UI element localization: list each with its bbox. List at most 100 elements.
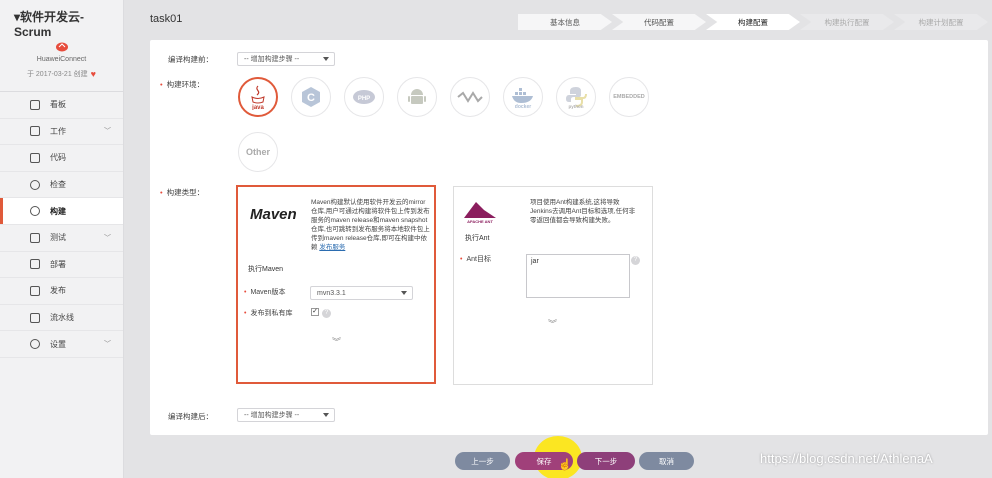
sidebar-item-deploy[interactable]: 部署	[0, 252, 123, 279]
maven-logo: Maven	[250, 206, 297, 223]
maven-description: Maven构建默认使用软件开发云的mirror仓库,用户可通过构建将软件包上传到…	[311, 199, 430, 251]
release-service-link[interactable]: 发布服务	[319, 244, 345, 251]
step-build-config[interactable]: 构建配置	[706, 14, 800, 30]
hand-cursor-icon: ☝	[558, 459, 572, 471]
sidebar-item-release[interactable]: 发布	[0, 278, 123, 305]
build-env-label: 构建环境：	[160, 79, 205, 90]
step-basic-info[interactable]: 基本信息	[518, 14, 612, 30]
env-c[interactable]: C	[291, 77, 331, 117]
sidebar-nav: 看板 工作 ﹀ 代码 检查 构建 测试 ﹀ 部署 发布 流水线 设置 ﹀	[0, 91, 123, 358]
settings-icon	[30, 339, 40, 350]
step-build-exec-config[interactable]: 构建执行配置	[800, 14, 894, 30]
env-python[interactable]: python	[556, 77, 596, 117]
ant-target-label: Ant目标	[460, 254, 491, 264]
sidebar-item-label: 看板	[50, 100, 66, 110]
maven-build-card[interactable]: Maven Maven构建默认使用软件开发云的mirror仓库,用户可通过构建将…	[236, 185, 436, 384]
post-build-label: 编译构建后：	[168, 412, 213, 421]
created-date: 于 2017-03-21 创建	[26, 71, 88, 78]
env-embedded[interactable]: EMBEDDED	[609, 77, 649, 117]
nodejs-icon	[457, 91, 483, 103]
env-android[interactable]	[397, 77, 437, 117]
release-icon	[30, 285, 40, 296]
select-value: -- 增加构建步骤 --	[244, 56, 300, 63]
sidebar-item-check[interactable]: 检查	[0, 172, 123, 199]
svg-text:docker: docker	[515, 104, 531, 108]
prev-step-button[interactable]: 上一步	[455, 452, 510, 470]
env-other[interactable]: Other	[238, 132, 278, 172]
php-elephant-icon: PHP	[353, 90, 375, 104]
expand-chevron-icon[interactable]: ︾	[332, 335, 341, 348]
layers-icon	[30, 99, 40, 110]
sidebar-item-label: 设置	[50, 339, 66, 349]
select-value: -- 增加构建步骤 --	[244, 412, 300, 419]
sidebar-header: ▾软件开发云-Scrum HuaweiConnect 于 2017-03-21 …	[0, 0, 123, 83]
ant-build-card[interactable]: APACHE ANT 项目使用Ant构建系统,这将导致Jenkins去调用Ant…	[453, 186, 653, 385]
svg-text:C: C	[307, 92, 315, 104]
svg-text:java: java	[251, 105, 264, 110]
sidebar-item-label: 构建	[50, 206, 66, 216]
help-icon[interactable]: ?	[322, 309, 331, 318]
step-wizard: 基本信息 代码配置 构建配置 构建执行配置 构建计划配置	[518, 14, 988, 30]
sidebar-item-work[interactable]: 工作 ﹀	[0, 119, 123, 146]
ant-card-subtitle: 执行Ant	[465, 235, 490, 242]
sidebar-item-build[interactable]: 构建	[0, 198, 123, 225]
chevron-down-icon: ﹀	[104, 341, 111, 349]
huawei-logo-icon	[55, 42, 68, 52]
c-language-icon: C	[302, 87, 320, 107]
pre-build-step-select[interactable]: -- 增加构建步骤 --	[237, 52, 335, 66]
sidebar-item-test[interactable]: 测试 ﹀	[0, 225, 123, 252]
step-code-config[interactable]: 代码配置	[612, 14, 706, 30]
next-step-button[interactable]: 下一步	[577, 452, 635, 470]
svg-text:python: python	[569, 104, 584, 109]
python-icon: python	[566, 87, 587, 109]
select-value: mvn3.3.1	[317, 289, 346, 297]
sidebar-item-code[interactable]: 代码	[0, 145, 123, 172]
apache-ant-logo-icon: APACHE ANT	[464, 202, 496, 224]
build-config-panel: 编译构建前： -- 增加构建步骤 -- 构建环境： java C PHP	[150, 40, 988, 435]
caret-down-icon	[323, 57, 329, 61]
test-icon	[30, 232, 40, 243]
sidebar-item-label: 部署	[50, 259, 66, 269]
post-build-step-select[interactable]: -- 增加构建步骤 --	[237, 408, 335, 422]
pre-build-label: 编译构建前：	[168, 55, 213, 64]
env-docker[interactable]: docker	[503, 77, 543, 117]
sidebar-item-kanban[interactable]: 看板	[0, 92, 123, 119]
ant-description: 项目使用Ant构建系统,这将导致Jenkins去调用Ant目标和选项,任何非零返…	[530, 199, 636, 224]
org-name: HuaweiConnect	[36, 56, 87, 63]
docker-whale-icon: docker	[512, 88, 533, 108]
gear-icon	[30, 206, 40, 217]
sidebar-item-label: 检查	[50, 180, 66, 190]
maven-version-select[interactable]: mvn3.3.1	[310, 286, 413, 300]
env-node[interactable]	[450, 77, 490, 117]
sidebar-item-label: 流水线	[50, 313, 74, 323]
caret-down-icon	[323, 413, 329, 417]
help-icon[interactable]: ?	[631, 256, 640, 265]
caret-down-icon	[401, 291, 407, 295]
env-php[interactable]: PHP	[344, 77, 384, 117]
ant-target-field[interactable]: jar	[526, 254, 630, 298]
deploy-icon	[30, 259, 40, 270]
heart-icon[interactable]: ♥	[91, 69, 96, 79]
build-type-label: 构建类型：	[160, 187, 205, 198]
private-repo-label: 发布到私有库	[244, 308, 292, 318]
sidebar-item-settings[interactable]: 设置 ﹀	[0, 331, 123, 358]
java-icon: java	[251, 85, 265, 110]
env-java[interactable]: java	[238, 77, 278, 117]
sidebar-item-label: 工作	[50, 126, 66, 136]
page-title: task01	[150, 13, 183, 25]
step-build-plan-config[interactable]: 构建计划配置	[894, 14, 988, 30]
code-icon	[30, 152, 40, 163]
sidebar-item-pipeline[interactable]: 流水线	[0, 305, 123, 332]
sidebar-item-label: 代码	[50, 153, 66, 163]
watermark: https://blog.csdn.net/AthlenaA	[760, 451, 933, 466]
sidebar: ▾软件开发云-Scrum HuaweiConnect 于 2017-03-21 …	[0, 0, 124, 478]
project-title[interactable]: ▾软件开发云-Scrum	[6, 8, 117, 39]
cancel-button[interactable]: 取消	[639, 452, 694, 470]
expand-chevron-icon[interactable]: ︾	[548, 317, 557, 330]
private-repo-checkbox[interactable]: ✓	[311, 308, 319, 316]
maven-card-subtitle: 执行Maven	[248, 266, 284, 273]
created-info: 于 2017-03-21 创建 ♥	[6, 69, 117, 79]
chevron-down-icon: ﹀	[104, 234, 111, 242]
maven-version-label: Maven版本	[244, 287, 285, 297]
sidebar-item-label: 测试	[50, 233, 66, 243]
